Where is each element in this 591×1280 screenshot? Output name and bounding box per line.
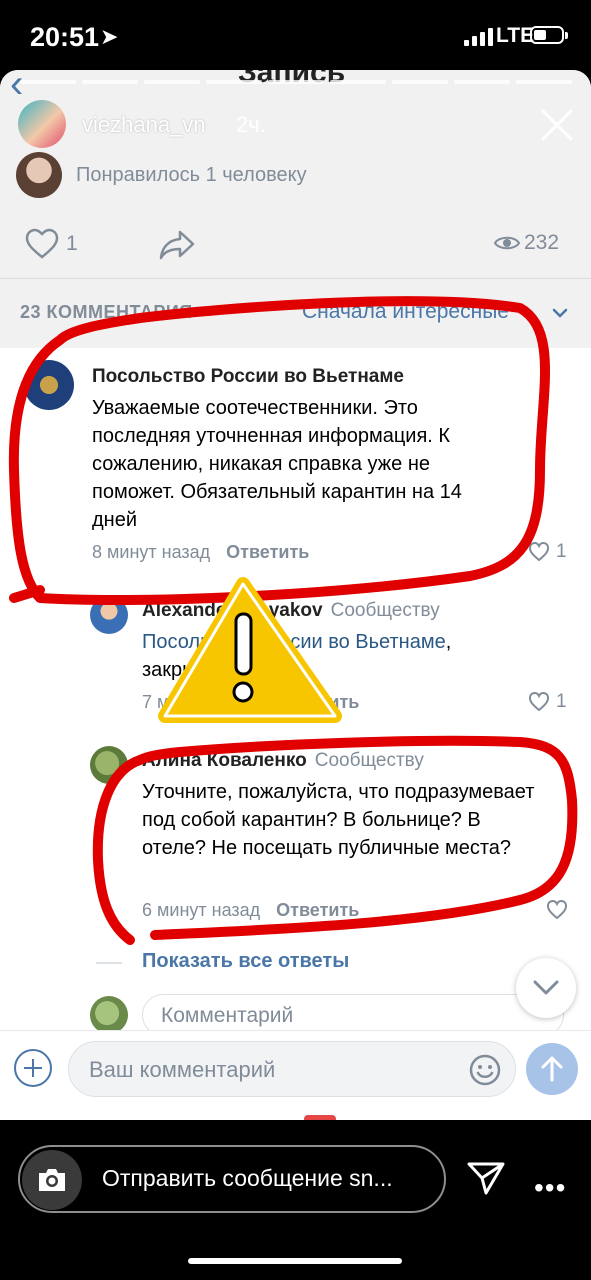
arrow-up-icon bbox=[541, 1056, 563, 1082]
comment-like-count: 1 bbox=[556, 691, 567, 712]
eye-icon bbox=[494, 236, 520, 250]
comment-time: 7 минут назад bbox=[142, 692, 261, 712]
heart-icon[interactable] bbox=[546, 900, 568, 920]
comment-author[interactable]: Посольство России во Вьетнаме bbox=[92, 366, 404, 388]
avatar bbox=[90, 996, 128, 1034]
story-username[interactable]: viezhana_vn bbox=[82, 112, 206, 138]
message-input[interactable]: Отправить сообщение sn... bbox=[18, 1145, 446, 1213]
mention-link[interactable]: Посольство России во Вьетнаме bbox=[142, 631, 446, 653]
reply-target: Сообществу bbox=[314, 750, 424, 771]
story-content-card: ‹ Запись viezhana_vn 2ч. Понравилось 1 ч… bbox=[0, 70, 591, 1120]
direct-message-icon[interactable] bbox=[466, 1160, 506, 1196]
liked-by-text[interactable]: Понравилось 1 человеку bbox=[76, 164, 307, 187]
close-icon[interactable] bbox=[540, 108, 574, 142]
camera-button[interactable] bbox=[22, 1150, 82, 1210]
emoji-icon[interactable] bbox=[469, 1054, 501, 1086]
chevron-down-icon[interactable] bbox=[552, 308, 568, 318]
post-actions: 1 232 bbox=[0, 220, 591, 266]
home-indicator bbox=[188, 1258, 402, 1264]
avatar[interactable] bbox=[90, 746, 128, 784]
story-time: 2ч. bbox=[236, 112, 266, 137]
heart-icon[interactable] bbox=[528, 692, 550, 712]
comment-meta: 7 минут назад Ответить bbox=[142, 692, 359, 713]
camera-icon bbox=[39, 1169, 65, 1191]
comment-meta: 6 минут назад Ответить bbox=[142, 900, 359, 921]
status-bar: 20:51 ➤ LTE bbox=[0, 0, 591, 70]
comment-time: 8 минут назад bbox=[92, 542, 211, 562]
add-attachment-button[interactable] bbox=[14, 1049, 52, 1087]
avatar[interactable] bbox=[24, 360, 74, 410]
comment-text: Посольство России во Вьетнаме, закрыт въ… bbox=[142, 631, 452, 681]
show-all-replies-link[interactable]: Показать все ответы bbox=[142, 950, 349, 973]
status-time: 20:51 bbox=[30, 22, 100, 52]
avatar bbox=[16, 152, 62, 198]
story-progress-bar bbox=[20, 80, 572, 84]
reply-target: Сообществу bbox=[330, 600, 440, 621]
comment-input[interactable]: Ваш комментарий bbox=[68, 1041, 516, 1097]
avatar[interactable] bbox=[90, 596, 128, 634]
reply-button[interactable]: Ответить bbox=[226, 542, 309, 562]
divider bbox=[96, 962, 122, 964]
battery-icon bbox=[530, 26, 564, 44]
comment-text: Уточните, пожалуйста, что подразумевает … bbox=[142, 781, 535, 859]
comment-text: Уважаемые соотечественники. Это последня… bbox=[92, 397, 462, 531]
heart-icon[interactable] bbox=[528, 542, 550, 562]
location-arrow-icon: ➤ bbox=[100, 24, 119, 49]
send-button[interactable] bbox=[526, 1043, 578, 1095]
comment-author[interactable]: Алина Коваленко Сообществу bbox=[142, 750, 424, 772]
network-label: LTE bbox=[496, 24, 535, 47]
comment-time: 6 минут назад bbox=[142, 900, 261, 920]
story-avatar[interactable] bbox=[18, 100, 66, 148]
back-chevron-icon: ‹ bbox=[10, 70, 24, 106]
scroll-down-button[interactable] bbox=[516, 958, 576, 1018]
divider bbox=[0, 278, 591, 279]
comment-compose-bar: Ваш комментарий bbox=[0, 1030, 591, 1120]
signal-icon bbox=[464, 26, 496, 46]
comments-count-label: 23 КОММЕНТАРИЯ bbox=[20, 302, 193, 322]
reply-button[interactable]: Ответить bbox=[276, 692, 359, 712]
heart-icon[interactable] bbox=[24, 228, 60, 260]
chevron-down-icon bbox=[533, 980, 559, 995]
comment-author[interactable]: Alexander Sinyakov Сообществу bbox=[142, 600, 440, 622]
reply-button[interactable]: Ответить bbox=[276, 900, 359, 920]
sort-dropdown[interactable]: Сначала интересные bbox=[302, 300, 509, 324]
share-icon[interactable] bbox=[158, 228, 196, 260]
story-reply-bar: Отправить сообщение sn... ••• bbox=[0, 1120, 591, 1280]
view-count: 232 bbox=[524, 231, 560, 254]
like-count: 1 bbox=[66, 232, 78, 255]
more-icon[interactable]: ••• bbox=[534, 1172, 566, 1204]
comment-meta: 8 минут назад Ответить bbox=[92, 542, 309, 563]
comment-like-count: 1 bbox=[556, 541, 567, 562]
